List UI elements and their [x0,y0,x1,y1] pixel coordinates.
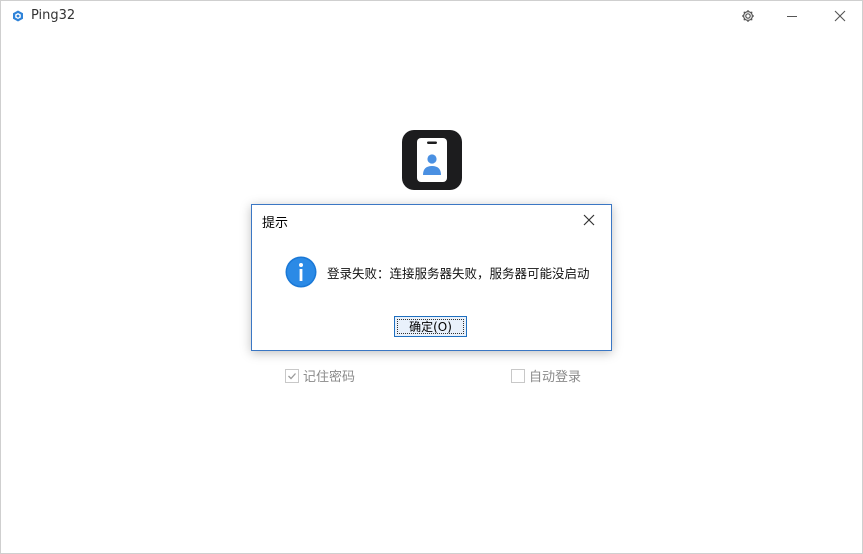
close-window-button[interactable] [820,1,860,31]
minimize-button[interactable] [772,1,812,31]
message-dialog: 提示 登录失败：连接服务器失败，服务器可能没启动 确定(O) [251,204,612,351]
auto-login-checkbox[interactable] [511,368,525,383]
auto-login-option[interactable]: 自动登录 [511,366,581,385]
checkmark-icon [288,372,296,379]
close-icon [583,214,595,226]
app-logo [402,130,462,190]
dialog-message: 登录失败：连接服务器失败，服务器可能没启动 [327,266,590,281]
ok-button[interactable]: 确定(O) [394,316,467,337]
ok-button-label: 确定(O) [409,320,452,334]
badge-user-icon [417,138,447,182]
title-bar: Ping32 [1,1,862,33]
app-window: Ping32 记住密码 自动登录 提示 登录失败：连接服务器失败，服务器可能没启… [0,0,863,554]
cube-icon [13,10,23,22]
settings-button[interactable] [728,1,768,31]
remember-password-option[interactable]: 记住密码 [285,366,355,385]
dialog-title: 提示 [262,216,289,231]
minimize-icon [787,16,797,17]
close-icon [834,10,846,22]
info-icon [285,256,317,288]
gear-icon [742,10,754,22]
auto-login-label: 自动登录 [529,370,582,385]
remember-password-checkbox[interactable] [285,368,299,383]
app-title: Ping32 [31,8,76,23]
dialog-close-button[interactable] [578,209,600,231]
remember-password-label: 记住密码 [303,370,356,385]
